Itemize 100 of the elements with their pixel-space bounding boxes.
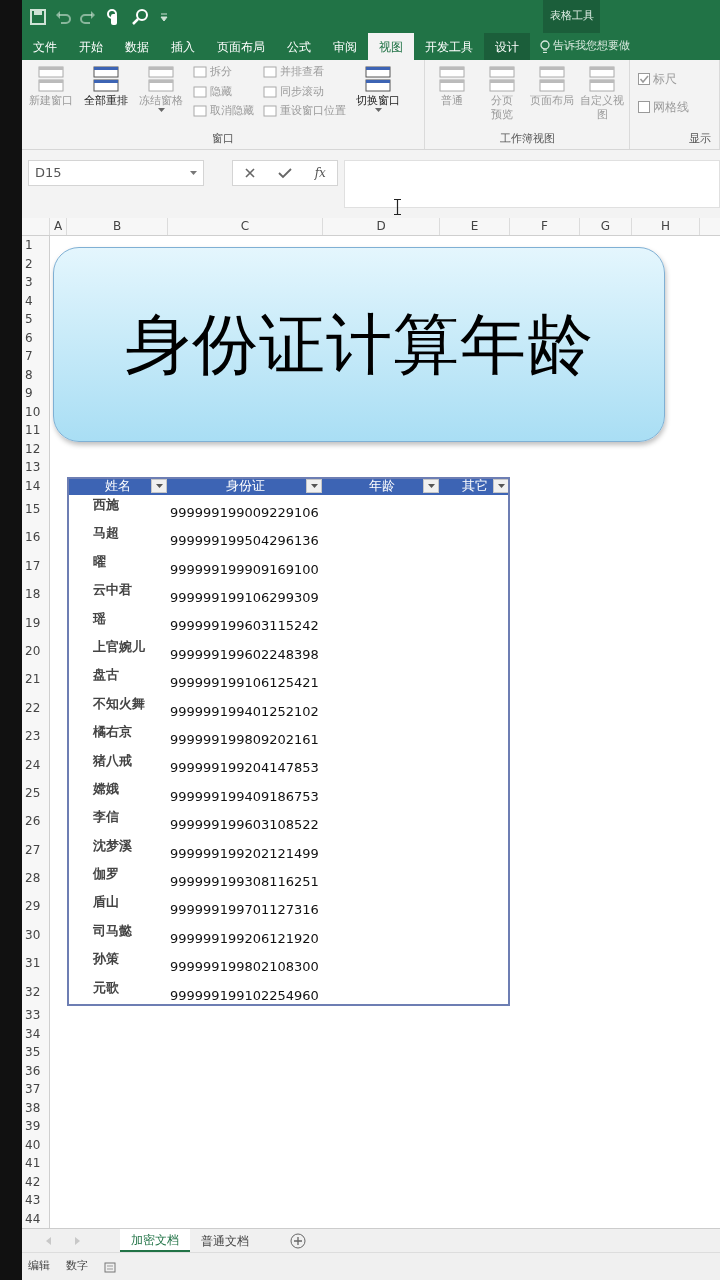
row-header[interactable]: 35 xyxy=(22,1043,50,1062)
redo-icon[interactable] xyxy=(80,8,96,25)
window-icon xyxy=(36,64,66,94)
table-cell-text: 999999199603108522 xyxy=(170,816,319,835)
row-header[interactable]: 11 xyxy=(22,421,50,440)
ribbon-tab[interactable]: 开始 xyxy=(68,33,114,60)
status-text: 编辑 xyxy=(28,1258,50,1275)
row-header[interactable]: 23 xyxy=(22,722,50,751)
window-icon xyxy=(193,85,207,98)
ribbon-tab[interactable]: 插入 xyxy=(160,33,206,60)
row-header[interactable]: 37 xyxy=(22,1080,50,1099)
row-header[interactable]: 17 xyxy=(22,551,50,581)
row-header[interactable]: 43 xyxy=(22,1191,50,1210)
row-header[interactable]: 28 xyxy=(22,864,50,893)
caret-icon xyxy=(190,171,197,175)
customize-icon[interactable] xyxy=(159,11,169,22)
row-header[interactable]: 19 xyxy=(22,608,50,637)
row-header[interactable]: 33 xyxy=(22,1006,50,1025)
window-icon xyxy=(363,64,393,94)
table-cell: 司马懿 xyxy=(93,922,132,938)
table-cell-text: 999999199206121920 xyxy=(170,929,319,948)
row-header[interactable]: 27 xyxy=(22,835,50,865)
ribbon-tab[interactable]: 页面布局 xyxy=(206,33,276,60)
row-header[interactable]: 7 xyxy=(22,347,50,366)
ribbon-button[interactable]: 切换窗口 xyxy=(352,64,404,131)
row-header[interactable]: 30 xyxy=(22,920,50,950)
row-header[interactable]: 20 xyxy=(22,636,50,666)
table-cell-text: 999999199401252102 xyxy=(170,702,319,721)
row-header[interactable]: 15 xyxy=(22,495,50,524)
table-cell-text: 999999199204147853 xyxy=(170,759,319,778)
row-header[interactable]: 41 xyxy=(22,1154,50,1173)
table-cell-text: 999999199009229106 xyxy=(170,503,319,522)
table-cell-text: 999999199802108300 xyxy=(170,958,319,977)
table-cell-text: 999999199504296136 xyxy=(170,532,319,551)
caret-icon xyxy=(310,483,318,488)
table-cell-text: 999999199809202161 xyxy=(170,731,319,749)
save-icon[interactable] xyxy=(30,8,46,25)
column-header[interactable]: D xyxy=(323,218,440,235)
column-title: 年龄 xyxy=(368,477,395,495)
cell-reference: D15 xyxy=(35,164,62,183)
table-cell: 盘古 xyxy=(93,667,119,683)
caret-icon xyxy=(427,483,435,488)
ribbon-tab[interactable]: 文件 xyxy=(22,33,68,60)
table-cell-text: 999999199909169100 xyxy=(170,560,319,579)
sheet-tab[interactable]: 加密文档 xyxy=(120,1229,190,1252)
cancel-icon[interactable] xyxy=(244,167,257,179)
name-box[interactable]: D15 xyxy=(28,160,204,186)
row-header[interactable]: 25 xyxy=(22,778,50,808)
table-cell: 不知火舞 xyxy=(93,695,145,711)
ribbon-tab[interactable]: 审阅 xyxy=(322,33,368,60)
column-header[interactable]: E xyxy=(440,218,510,235)
row-header[interactable]: 29 xyxy=(22,892,50,921)
table-cell: 橘右京 xyxy=(93,724,132,740)
row-header[interactable]: 5 xyxy=(22,310,50,329)
title-text: 身份证计算年龄 xyxy=(124,305,594,385)
row-header[interactable]: 13 xyxy=(22,458,50,477)
macro-record-icon[interactable] xyxy=(104,1260,116,1273)
table-cell: 瑶 xyxy=(93,610,106,626)
row-header[interactable]: 31 xyxy=(22,949,50,978)
window-icon xyxy=(537,64,568,94)
tell-me-field[interactable]: 告诉我您想要做 xyxy=(553,38,630,55)
table-cell: 西施 xyxy=(93,497,119,512)
window-icon xyxy=(486,64,517,94)
row-header[interactable]: 24 xyxy=(22,750,50,779)
ribbon-tab[interactable]: 视图 xyxy=(368,33,414,60)
row-header[interactable]: 9 xyxy=(22,384,50,403)
status-text: 数字 xyxy=(66,1258,88,1275)
ribbon-tab[interactable]: 开发工具 xyxy=(414,33,484,60)
column-header[interactable]: H xyxy=(632,218,700,235)
column-header[interactable]: C xyxy=(168,218,323,235)
row-header[interactable]: 26 xyxy=(22,807,50,836)
window-icon xyxy=(91,64,121,94)
add-sheet-icon[interactable] xyxy=(290,1232,306,1249)
table-cell: 上官婉儿 xyxy=(93,638,145,654)
column-header[interactable]: G xyxy=(580,218,632,235)
insert-function-button[interactable]: fx xyxy=(314,164,326,182)
row-header[interactable]: 16 xyxy=(22,523,50,552)
row-header[interactable]: 18 xyxy=(22,580,50,609)
row-header[interactable]: 3 xyxy=(22,273,50,292)
sheet-tab[interactable]: 普通文档 xyxy=(190,1229,260,1252)
row-header[interactable]: 22 xyxy=(22,693,50,723)
column-header[interactable]: F xyxy=(510,218,580,235)
ribbon-tab[interactable]: 设计 xyxy=(484,33,530,60)
window-icon xyxy=(193,66,207,79)
row-header[interactable]: 1 xyxy=(22,236,50,255)
window-icon xyxy=(436,64,467,94)
window-icon xyxy=(263,105,277,118)
row-header[interactable]: 32 xyxy=(22,977,50,1007)
column-header[interactable]: B xyxy=(67,218,168,235)
text-cursor-icon xyxy=(394,199,401,215)
search-icon[interactable] xyxy=(132,7,150,26)
table-cell-text: 999999199202121499 xyxy=(170,844,319,863)
check-icon[interactable] xyxy=(278,167,293,179)
ribbon-button[interactable]: 全部重排 xyxy=(80,64,132,131)
ribbon-tab[interactable]: 数据 xyxy=(114,33,160,60)
row-header[interactable]: 21 xyxy=(22,665,50,694)
column-header[interactable]: A xyxy=(50,218,67,235)
row-header[interactable]: 39 xyxy=(22,1117,50,1136)
window-icon xyxy=(193,105,207,118)
ribbon-tab[interactable]: 公式 xyxy=(276,33,322,60)
